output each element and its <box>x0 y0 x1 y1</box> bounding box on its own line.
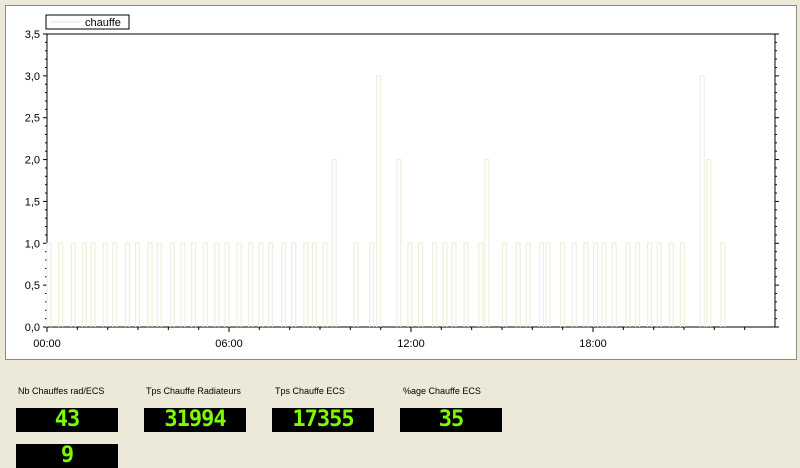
y-tick-label: 1,5 <box>25 196 40 208</box>
series-point-chauffe <box>368 242 375 327</box>
series-point-chauffe <box>478 242 484 327</box>
series-point-chauffe <box>224 242 230 327</box>
y-tick-label: 3,5 <box>25 29 40 41</box>
series-point-chauffe <box>538 242 545 327</box>
counter-label-nb-chauffes: Nb Chauffes rad/ECS <box>18 386 105 396</box>
series-point-chauffe <box>70 242 76 327</box>
series-point-chauffe <box>571 242 577 327</box>
plot-frame <box>46 33 776 328</box>
counter-label-tps-ecs: Tps Chauffe ECS <box>275 386 345 396</box>
counter-display-extra: 9 <box>16 444 118 468</box>
series-point-chauffe <box>376 75 382 327</box>
series-point-chauffe <box>634 242 641 327</box>
counter-display-nb-chauffes: 43 <box>16 408 118 432</box>
series-point-chauffe <box>525 242 531 327</box>
counter-display-pct-ecs: 35 <box>400 408 502 432</box>
series-point-chauffe <box>81 242 87 327</box>
y-tick-label: 3,0 <box>25 71 40 83</box>
series-point-chauffe <box>601 242 607 327</box>
series-point-chauffe <box>515 242 521 327</box>
chart-series <box>46 75 726 327</box>
series-point-chauffe <box>353 242 359 327</box>
counter-value-tps-radiateurs: 31994 <box>164 408 226 432</box>
series-point-chauffe <box>545 242 551 327</box>
series-point-chauffe <box>592 242 599 327</box>
series-point-chauffe <box>202 242 208 327</box>
series-point-chauffe <box>180 242 186 327</box>
series-point-chauffe <box>583 242 589 327</box>
series-point-chauffe <box>190 242 197 327</box>
series-point-chauffe <box>124 242 130 327</box>
y-tick-label: 1,0 <box>25 238 40 250</box>
series-point-chauffe <box>417 242 424 327</box>
counter-label-pct-ecs: %age Chauffe ECS <box>403 386 481 396</box>
series-point-chauffe <box>322 242 328 327</box>
series-point-chauffe <box>463 242 469 327</box>
y-tick-label: 2,5 <box>25 113 40 125</box>
chart-legend: chauffe <box>45 14 130 30</box>
series-point-chauffe <box>706 158 712 327</box>
counter-label-tps-radiateurs: Tps Chauffe Radiateurs <box>146 386 241 396</box>
counter-value-nb-chauffes: 43 <box>54 408 80 432</box>
series-point-chauffe <box>451 242 457 327</box>
series-point-chauffe <box>134 242 141 327</box>
series-point-chauffe <box>407 242 413 327</box>
x-tick-label: 00:00 <box>33 338 61 350</box>
series-point-chauffe <box>560 242 566 327</box>
series-point-chauffe <box>169 242 175 327</box>
series-point-chauffe <box>646 242 653 327</box>
series-point-chauffe <box>484 158 490 327</box>
y-tick-label: 0,5 <box>25 280 40 292</box>
series-point-chauffe <box>291 242 297 327</box>
series-point-chauffe <box>442 242 448 327</box>
x-tick-label: 12:00 <box>397 338 425 350</box>
series-point-chauffe <box>267 242 274 327</box>
series-point-chauffe <box>214 242 220 327</box>
series-point-chauffe <box>396 158 402 327</box>
series-point-chauffe <box>147 242 153 327</box>
y-tick-label: 2,0 <box>25 155 40 167</box>
series-point-chauffe <box>303 242 309 327</box>
counter-value-extra: 9 <box>60 444 74 468</box>
series-point-chauffe <box>311 242 318 327</box>
series-point-chauffe <box>656 242 662 327</box>
series-point-chauffe <box>102 242 108 327</box>
series-point-chauffe <box>679 242 686 327</box>
series-point-chauffe <box>258 242 264 327</box>
series-point-chauffe <box>280 242 287 327</box>
x-tick-label: 18:00 <box>579 338 607 350</box>
series-point-chauffe <box>501 242 508 327</box>
series-point-chauffe <box>112 242 118 327</box>
counter-value-tps-ecs: 17355 <box>292 408 354 432</box>
counter-value-pct-ecs: 35 <box>438 408 464 432</box>
legend-label-chauffe: chauffe <box>85 17 121 29</box>
series-point-chauffe <box>236 242 242 327</box>
series-point-chauffe <box>331 158 337 327</box>
chart-panel: chauffe 0,0 0,5 1,0 1,5 2,0 2,5 3,0 3,5 00:00 06:… <box>5 5 797 360</box>
x-tick-label: 06:00 <box>215 338 243 350</box>
series-point-chauffe <box>90 242 96 327</box>
series-point-chauffe <box>625 242 631 327</box>
series-point-chauffe <box>156 242 162 327</box>
chart: chauffe 0,0 0,5 1,0 1,5 2,0 2,5 3,0 3,5 00:00 06:… <box>25 14 779 350</box>
chart-axes: 0,0 0,5 1,0 1,5 2,0 2,5 3,0 3,5 00:00 06:00 12:00 1… <box>25 29 779 350</box>
series-point-chauffe <box>432 242 438 327</box>
series-point-chauffe <box>699 75 705 327</box>
series-point-chauffe <box>668 242 674 327</box>
series-point-chauffe <box>46 242 52 327</box>
counter-display-tps-ecs: 17355 <box>272 408 374 432</box>
series-point-chauffe <box>611 242 617 327</box>
y-tick-label: 0,0 <box>25 322 40 334</box>
series-point-chauffe <box>58 242 64 327</box>
counter-display-tps-radiateurs: 31994 <box>144 408 246 432</box>
series-point-chauffe <box>248 242 254 327</box>
series-point-chauffe <box>720 242 726 327</box>
